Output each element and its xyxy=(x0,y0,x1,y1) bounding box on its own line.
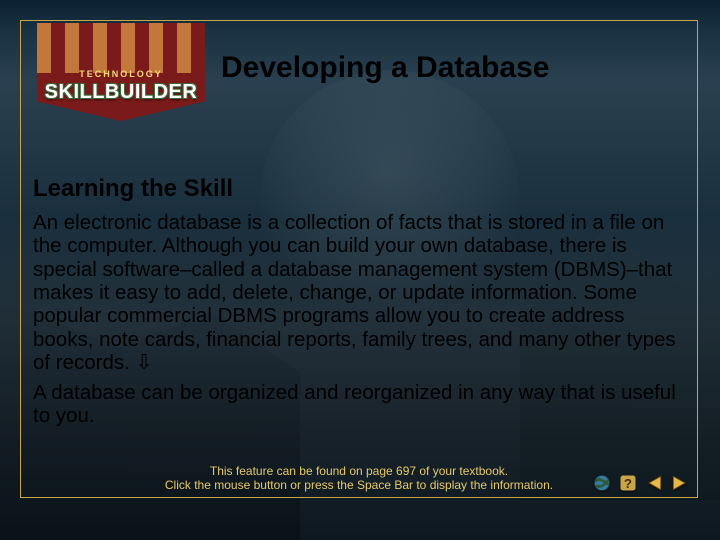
globe-icon xyxy=(591,473,613,493)
help-button[interactable]: ? xyxy=(617,473,639,493)
svg-text:?: ? xyxy=(624,476,632,491)
help-icon: ? xyxy=(617,473,639,493)
paragraph-1: An electronic database is a collection o… xyxy=(33,211,685,375)
page-title: Developing a Database xyxy=(221,51,681,85)
skillbuilder-logo: TECHNOLOGY SKILLBUILDER xyxy=(37,23,205,147)
paragraph-2: A database can be organized and reorgani… xyxy=(33,381,685,428)
slide-frame: TECHNOLOGY SKILLBUILDER Developing a Dat… xyxy=(20,20,698,498)
nav-controls: ? xyxy=(591,473,691,493)
prev-button[interactable] xyxy=(643,473,665,493)
prev-icon xyxy=(643,473,665,493)
logo-eyebrow: TECHNOLOGY xyxy=(37,69,205,79)
next-icon xyxy=(669,473,691,493)
globe-button[interactable] xyxy=(591,473,613,493)
next-button[interactable] xyxy=(669,473,691,493)
logo-title: SKILLBUILDER xyxy=(31,81,211,104)
logo-stripes xyxy=(37,23,205,73)
section-heading: Learning the Skill xyxy=(33,175,233,203)
body-text: An electronic database is a collection o… xyxy=(33,211,685,427)
